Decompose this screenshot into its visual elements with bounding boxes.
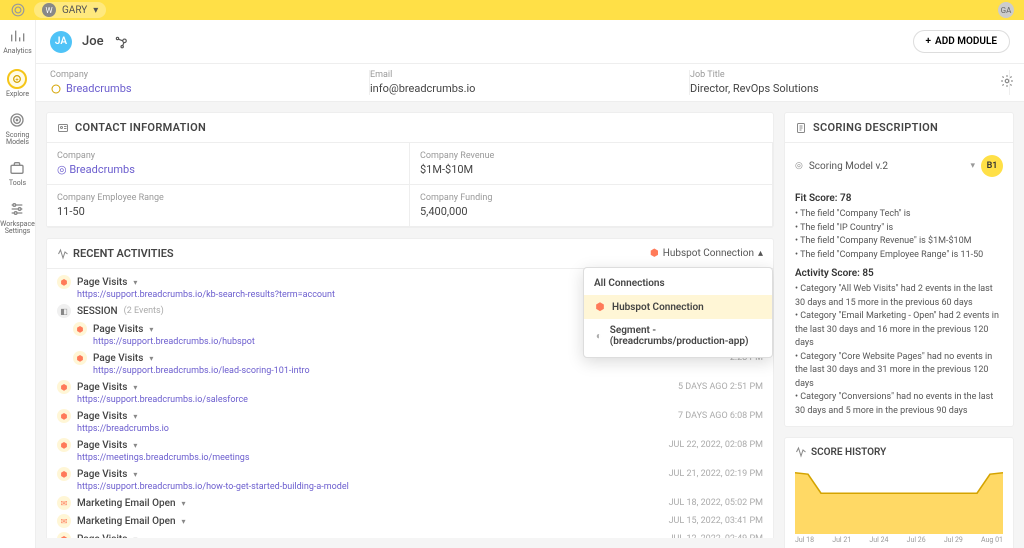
breadcrumb-icon: ◎: [57, 163, 69, 176]
contact-name: Joe: [82, 34, 104, 49]
email-icon: ✉: [57, 514, 71, 528]
email-icon: ✉: [57, 496, 71, 510]
contact-info-panel: CONTACT INFORMATION Company ◎ Breadcrumb…: [46, 112, 774, 228]
activity-score-title: Activity Score: 85: [795, 268, 1003, 279]
company-label: Company: [50, 70, 359, 80]
email-value: info@breadcrumbs.io: [370, 82, 679, 95]
chevron-down-icon: ▾: [133, 470, 137, 479]
fit-score-title: Fit Score: 78: [795, 193, 1003, 204]
id-card-icon: [57, 122, 69, 134]
activity-item[interactable]: ⬢Page Visits▾JUL 21, 2022, 02:19 PMhttps…: [47, 465, 773, 494]
job-value: Director, RevOps Solutions: [690, 82, 999, 95]
activity-url[interactable]: https://support.breadcrumbs.io/lead-scor…: [93, 366, 763, 376]
target-icon: [9, 112, 27, 130]
chevron-down-icon: ▾: [133, 383, 137, 392]
activity-item[interactable]: ✉Marketing Email Open▾JUL 15, 2022, 03:4…: [47, 512, 773, 530]
score-badge: B1: [981, 155, 1003, 177]
sidebar-item-explore[interactable]: Explore: [6, 69, 29, 98]
sidebar-item-workspace-settings[interactable]: Workspace Settings: [0, 201, 35, 235]
activities-panel: RECENT ACTIVITIES ⬢ Hubspot Connection ▴…: [46, 238, 774, 538]
model-selector[interactable]: ◎ Scoring Model v.2 ▾ B1: [795, 151, 1003, 187]
visit-icon: ⬢: [57, 438, 71, 452]
job-label: Job Title: [690, 70, 999, 80]
scoring-title: SCORING DESCRIPTION: [813, 121, 938, 134]
session-icon: ◧: [57, 304, 71, 318]
breadcrumb-icon: [50, 83, 62, 95]
activity-item[interactable]: ⬢Page Visits▾JUL 22, 2022, 02:08 PMhttps…: [47, 436, 773, 465]
visit-icon: ⬢: [57, 380, 71, 394]
toolbox-icon: [9, 160, 27, 178]
sidebar-item-scoring-models[interactable]: Scoring Models: [0, 112, 35, 146]
chevron-down-icon: ▾: [133, 535, 137, 539]
sliders-icon: [9, 201, 27, 219]
contact-info-title: CONTACT INFORMATION: [75, 121, 206, 134]
chevron-down-icon: ▾: [182, 517, 186, 526]
activity-icon: [57, 248, 69, 260]
explore-icon: [7, 69, 27, 89]
document-icon: [795, 122, 807, 134]
activity-url[interactable]: https://support.breadcrumbs.io/salesforc…: [77, 395, 763, 405]
chevron-down-icon: ▾: [93, 5, 98, 16]
activity-url[interactable]: https://breadcrumbs.io: [77, 424, 763, 434]
company-value[interactable]: Breadcrumbs: [50, 82, 359, 95]
chevron-down-icon: ▾: [149, 354, 153, 363]
chart-icon: [795, 446, 807, 458]
activity-url[interactable]: https://meetings.breadcrumbs.io/meetings: [77, 453, 763, 463]
org-switcher[interactable]: W GARY ▾: [34, 2, 106, 18]
hubspot-icon: [114, 35, 128, 49]
hubspot-icon: ⬢: [650, 248, 659, 259]
hubspot-icon: ⬢: [594, 301, 606, 313]
user-avatar[interactable]: GA: [998, 2, 1014, 18]
chevron-down-icon: ▾: [970, 161, 975, 171]
contact-header: JA Joe +ADD MODULE: [36, 20, 1024, 64]
activity-item[interactable]: ✉Marketing Email Open▾JUL 18, 2022, 05:0…: [47, 494, 773, 512]
sidebar: Analytics Explore Scoring Models Tools W…: [0, 20, 36, 548]
scoring-panel: SCORING DESCRIPTION ◎ Scoring Model v.2 …: [784, 112, 1014, 427]
company-link[interactable]: ◎ Breadcrumbs: [57, 163, 399, 176]
org-avatar: W: [42, 3, 56, 17]
visit-icon: ⬢: [57, 275, 71, 289]
history-panel: SCORE HISTORY Jul 18Jul 21Jul 24Jul 26Ju…: [784, 437, 1014, 548]
score-history-chart: [795, 466, 1003, 534]
activity-item[interactable]: ⬢Page Visits▾7 DAYS AGO 6:08 PMhttps://b…: [47, 407, 773, 436]
visit-icon: ⬢: [73, 351, 87, 365]
logo-icon: [10, 2, 26, 18]
analytics-icon: [9, 28, 27, 46]
dropdown-item-hubspot[interactable]: ⬢Hubspot Connection: [584, 295, 772, 319]
connection-filter[interactable]: ⬢ Hubspot Connection ▴: [650, 248, 763, 259]
connection-dropdown: All Connections ⬢Hubspot Connection ◐Seg…: [583, 267, 773, 358]
activity-url[interactable]: https://support.breadcrumbs.io/how-to-ge…: [77, 482, 763, 492]
plus-icon: +: [926, 36, 932, 47]
add-module-button[interactable]: +ADD MODULE: [913, 30, 1010, 53]
chevron-down-icon: ▾: [133, 441, 137, 450]
dropdown-item-segment[interactable]: ◐Segment - (breadcrumbs/production-app): [584, 319, 772, 353]
visit-icon: ⬢: [57, 532, 71, 538]
contact-avatar: JA: [50, 31, 72, 53]
sidebar-item-analytics[interactable]: Analytics: [3, 28, 32, 55]
org-name: GARY: [62, 5, 87, 16]
gear-icon[interactable]: [1000, 74, 1014, 88]
activity-item[interactable]: ⬢Page Visits▾JUL 12, 2022, 02:49 PMhttps…: [47, 530, 773, 538]
contact-info-bar: Company Breadcrumbs Email info@breadcrum…: [36, 64, 1024, 102]
chevron-down-icon: ▾: [133, 278, 137, 287]
target-icon: ◎: [795, 161, 803, 171]
chevron-down-icon: ▾: [149, 325, 153, 334]
dropdown-item-all[interactable]: All Connections: [584, 272, 772, 295]
visit-icon: ⬢: [73, 322, 87, 336]
activity-item[interactable]: ⬢Page Visits▾5 DAYS AGO 2:51 PMhttps://s…: [47, 378, 773, 407]
chevron-up-icon: ▴: [758, 248, 763, 259]
chevron-down-icon: ▾: [133, 412, 137, 421]
chevron-down-icon: ▾: [182, 499, 186, 508]
sidebar-item-tools[interactable]: Tools: [9, 160, 27, 187]
visit-icon: ⬢: [57, 467, 71, 481]
email-label: Email: [370, 70, 679, 80]
segment-icon: ◐: [594, 330, 604, 342]
visit-icon: ⬢: [57, 409, 71, 423]
history-title: SCORE HISTORY: [811, 447, 886, 458]
activities-title: RECENT ACTIVITIES: [73, 247, 174, 260]
